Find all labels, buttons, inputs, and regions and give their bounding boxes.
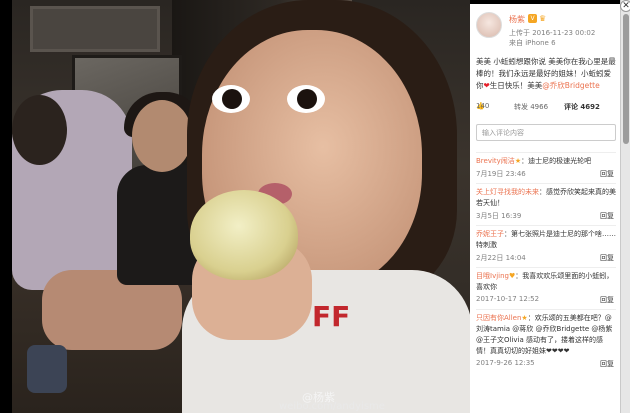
verified-badge-icon: V	[528, 14, 537, 23]
vip-crown-icon: ♛	[539, 14, 547, 23]
post-stats: 👍 140 转发 4966 评论 4692	[476, 102, 616, 116]
comment-time: 7月19日 23:46	[476, 170, 526, 178]
post-body: 美美 小蚯蚓想跟你说 美美你在我心里是最棒的！我们永远是最好的姐妹！小蚯蚓爱你❤…	[476, 56, 616, 92]
scrollbar-thumb[interactable]	[623, 14, 629, 144]
comment-item: 乔妮王子：第七张照片是迪士尼的那个啥……特刺激 2月22日 14:04 回复	[476, 225, 616, 267]
reply-button[interactable]: 回复	[600, 169, 614, 179]
comment-author[interactable]: 乔妮王子	[476, 230, 504, 238]
reply-button[interactable]: 回复	[600, 295, 614, 305]
avatar[interactable]	[476, 12, 502, 38]
comment-input[interactable]: 输入评论内容	[476, 124, 616, 141]
comment-list: Brevity闹洁★：迪士尼的极速光轮吧 7月19日 23:46 回复 关上灯寻找…	[476, 152, 616, 373]
photo-watermark-url: weibo.com/andyisme	[279, 401, 385, 412]
close-button[interactable]: ✕	[620, 0, 630, 12]
post-header: 杨紫 V ♛ 上传于 2016-11-23 00:02 来自 iPhone 6	[476, 12, 616, 52]
comment-time: 3月5日 16:39	[476, 212, 522, 220]
photo-eye-left	[212, 85, 250, 113]
photo-viewer: FF @杨紫 weibo.com/andyisme 杨紫 V ♛ 上传于 201…	[0, 0, 630, 413]
like-count: 140	[476, 102, 490, 110]
comment-count-tab[interactable]: 评论 4692	[564, 102, 600, 112]
photo-poster	[30, 6, 160, 52]
photo-person-middle-face	[132, 100, 192, 172]
scrollbar[interactable]: ▲	[620, 0, 630, 413]
post-source: 来自 iPhone 6	[509, 39, 556, 47]
mention-link[interactable]: @乔欣Bridgette	[542, 81, 599, 90]
comment-item: 关上灯寻找我的未来：感觉乔欣笑起来真的美若天仙！ 3月5日 16:39 回复	[476, 183, 616, 225]
comment-time: 2017-9-26 12:35	[476, 359, 535, 367]
comment-time: 2月22日 14:04	[476, 254, 526, 262]
comment-time: 2017-10-17 12:52	[476, 295, 540, 303]
comment-item: 目哦Ivjing♥：我喜欢欢乐颂里面的小蚯蚓，喜欢你 2017-10-17 12…	[476, 267, 616, 309]
forward-button[interactable]: 转发 4966	[514, 102, 548, 112]
photo-eye-right	[287, 85, 325, 113]
post-side-panel: 杨紫 V ♛ 上传于 2016-11-23 00:02 来自 iPhone 6 …	[470, 4, 620, 413]
photo-person-left-head	[12, 95, 67, 165]
comment-author[interactable]: 只因有你Allen	[476, 314, 521, 322]
photo-apple	[190, 190, 298, 280]
username-link[interactable]: 杨紫	[509, 14, 525, 25]
comment-text: ：迪士尼的极速光轮吧	[521, 157, 592, 165]
reply-button[interactable]: 回复	[600, 359, 614, 369]
reply-button[interactable]: 回复	[600, 253, 614, 263]
photo-shoe	[27, 345, 67, 393]
photo-shirt-logo: FF	[312, 300, 351, 333]
comment-author[interactable]: 关上灯寻找我的未来	[476, 188, 539, 196]
weibo-photo[interactable]: FF @杨紫 weibo.com/andyisme	[12, 0, 470, 413]
comment-author[interactable]: Brevity闹洁	[476, 157, 515, 165]
comment-item: 只因有你Allen★：欢乐颂的五美都在吧？@刘涛tamia @蒋欣 @乔欣Bri…	[476, 309, 616, 373]
reply-button[interactable]: 回复	[600, 211, 614, 221]
post-text-part2: 生日快乐！美美	[489, 81, 543, 90]
comment-author[interactable]: 目哦Ivjing	[476, 272, 509, 280]
comment-item: Brevity闹洁★：迪士尼的极速光轮吧 7月19日 23:46 回复	[476, 152, 616, 183]
upload-time: 上传于 2016-11-23 00:02	[509, 29, 596, 37]
